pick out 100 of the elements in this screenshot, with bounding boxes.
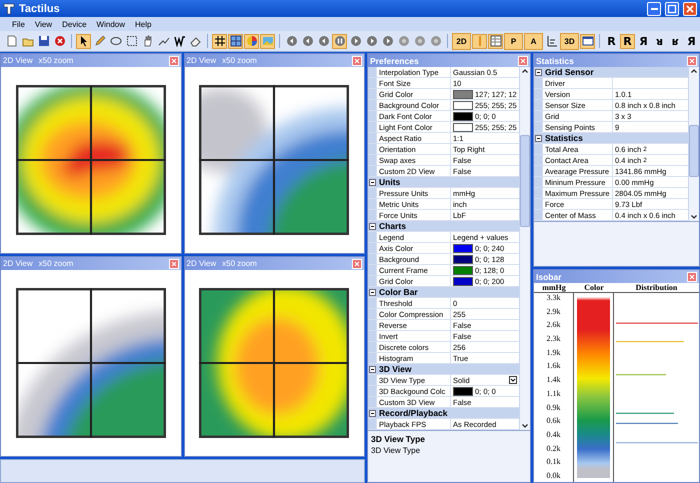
close-button[interactable] bbox=[687, 272, 697, 282]
panel-title: 2D View bbox=[186, 56, 216, 65]
back-icon bbox=[302, 35, 314, 47]
collapse-icon[interactable] bbox=[369, 410, 376, 416]
column-header: mmHg bbox=[541, 283, 567, 292]
section-header[interactable]: Statistics bbox=[534, 133, 688, 144]
scale-label: 0.4k bbox=[546, 430, 560, 439]
circle-icon bbox=[398, 35, 410, 47]
scrollbar[interactable] bbox=[688, 67, 699, 221]
window-title: Tactilus bbox=[19, 2, 61, 14]
toolbar-button[interactable] bbox=[124, 34, 139, 48]
scrollbar-thumb[interactable] bbox=[520, 135, 530, 227]
view-mode-button[interactable]: P bbox=[504, 32, 523, 50]
grid-icon bbox=[214, 35, 226, 47]
zoom-label: x50 zoom bbox=[38, 259, 74, 268]
orientation-button[interactable]: ᴚ bbox=[652, 34, 667, 48]
scale-label: 1.9k bbox=[546, 348, 560, 357]
minimize-button[interactable] bbox=[647, 2, 661, 16]
maximize-icon bbox=[666, 2, 678, 14]
close-button[interactable] bbox=[168, 258, 178, 268]
panel-title: Isobar bbox=[536, 272, 563, 282]
scale-label: 0.0k bbox=[546, 470, 560, 480]
scale-label: 0.2k bbox=[546, 444, 560, 453]
toolbar-button[interactable] bbox=[36, 34, 51, 48]
section-header[interactable]: Color Bar bbox=[368, 287, 519, 298]
view-mode-button[interactable]: A bbox=[524, 32, 543, 50]
panel-title: Preferences bbox=[370, 56, 420, 66]
collapse-icon[interactable] bbox=[369, 366, 376, 372]
color-wheel-icon bbox=[246, 35, 258, 47]
pencil-icon bbox=[94, 35, 106, 47]
toolbar-button[interactable] bbox=[580, 34, 595, 48]
collapse-icon[interactable] bbox=[535, 68, 542, 76]
section-header[interactable]: Record/Playback bbox=[368, 408, 519, 419]
app-logo-icon bbox=[3, 2, 15, 14]
scale-label: 0.9k bbox=[546, 402, 560, 412]
scale-label: 0.6k bbox=[546, 416, 560, 426]
orientation-button[interactable]: Я bbox=[684, 34, 699, 48]
close-icon bbox=[684, 2, 696, 14]
orientation-button[interactable]: Я bbox=[636, 34, 651, 48]
scrollbar[interactable] bbox=[519, 67, 530, 430]
toolbar-button[interactable] bbox=[488, 34, 503, 48]
zoom-label: x50 zoom bbox=[222, 259, 258, 268]
dropdown-arrow-icon[interactable] bbox=[509, 376, 517, 384]
toolbar-button[interactable] bbox=[172, 34, 187, 48]
section-header[interactable]: 3D View bbox=[368, 364, 519, 375]
back-icon bbox=[318, 35, 330, 47]
menu-item[interactable]: File bbox=[12, 20, 25, 28]
section-title: Grid Sensor bbox=[545, 67, 594, 77]
zoom-label: x50 zoom bbox=[38, 56, 74, 65]
zigzag-icon bbox=[174, 35, 186, 47]
circle-icon bbox=[414, 35, 426, 47]
section-header[interactable]: Grid Sensor bbox=[534, 67, 688, 78]
eraser-icon bbox=[190, 35, 202, 47]
view-mode-button[interactable]: 3D bbox=[560, 32, 579, 50]
collapse-icon[interactable] bbox=[369, 178, 376, 186]
play-icon bbox=[350, 35, 362, 47]
ellipse-icon bbox=[110, 35, 122, 47]
section-header[interactable]: Charts bbox=[368, 221, 519, 232]
table-icon bbox=[490, 35, 502, 47]
grid-square-icon bbox=[230, 35, 242, 47]
orientation-button[interactable]: R bbox=[620, 34, 635, 48]
pause-icon bbox=[334, 35, 346, 47]
panel-title: 2D View bbox=[3, 259, 33, 268]
scale-label: 2.3k bbox=[546, 334, 560, 344]
scale-label: 2.9k bbox=[546, 306, 560, 316]
section-title: Units bbox=[379, 177, 400, 187]
menu-item[interactable]: View bbox=[34, 20, 52, 28]
collapse-icon[interactable] bbox=[369, 222, 376, 230]
scrollbar-thumb[interactable] bbox=[689, 125, 699, 177]
hand-icon bbox=[142, 35, 154, 47]
section-header[interactable]: Units bbox=[368, 177, 519, 188]
letter-chart-icon bbox=[546, 35, 558, 47]
menu-item[interactable]: Help bbox=[135, 20, 152, 28]
circle-icon bbox=[430, 35, 442, 47]
scale-label: 1.4k bbox=[546, 375, 560, 384]
image-icon bbox=[262, 35, 274, 47]
close-button[interactable] bbox=[352, 56, 362, 66]
description-title: 3D View Type bbox=[371, 434, 426, 444]
back-icon bbox=[286, 35, 298, 47]
toolbar-button[interactable] bbox=[76, 34, 91, 48]
close-button[interactable] bbox=[683, 2, 697, 16]
section-title: Statistics bbox=[545, 133, 583, 143]
toolbar-button[interactable] bbox=[212, 34, 227, 48]
stop-icon bbox=[54, 35, 66, 47]
collapse-icon[interactable] bbox=[535, 134, 542, 142]
rectangle-select-icon bbox=[126, 35, 138, 47]
maximize-button[interactable] bbox=[665, 2, 679, 16]
section-title: Color Bar bbox=[379, 287, 418, 297]
scale-label: 0.1k bbox=[546, 457, 560, 466]
view-mode-button[interactable]: 2D bbox=[452, 32, 471, 50]
close-button[interactable] bbox=[352, 258, 362, 268]
menu-item[interactable]: Device bbox=[62, 20, 87, 28]
section-title: Record/Playback bbox=[379, 408, 448, 418]
orientation-button[interactable]: R bbox=[604, 34, 619, 48]
menu-item[interactable]: Window bbox=[96, 20, 125, 28]
collapse-icon[interactable] bbox=[369, 288, 376, 296]
scale-label: 3.3k bbox=[546, 293, 560, 302]
toolbar-button[interactable] bbox=[228, 34, 243, 48]
close-button[interactable] bbox=[168, 56, 178, 66]
orientation-button[interactable]: ʁ bbox=[668, 34, 683, 48]
